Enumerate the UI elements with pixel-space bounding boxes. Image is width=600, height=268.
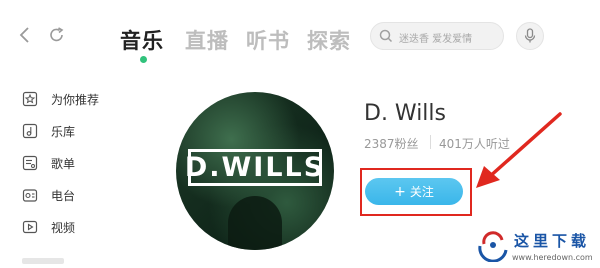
watermark-title: 这里下载 [514, 232, 591, 250]
sidebar-item-label: 视频 [51, 220, 76, 235]
tab-audiobook[interactable]: 听书 [246, 25, 290, 55]
sidebar-item-label: 电台 [51, 188, 76, 203]
radio-icon [22, 187, 38, 203]
sidebar-item-label: 乐库 [51, 124, 76, 139]
artist-logo: D.WILLS [185, 149, 323, 186]
search-placeholder: 迷迭香 爱发爱情 [399, 34, 473, 45]
tab-live[interactable]: 直播 [185, 25, 229, 55]
sidebar-item-label: 歌单 [51, 156, 76, 171]
playlist-icon [22, 155, 38, 171]
video-icon [22, 219, 38, 235]
sidebar-item-playlist[interactable]: 歌单 [22, 153, 75, 173]
annotation-arrow-icon [476, 112, 562, 188]
music-note-icon [22, 123, 38, 139]
avatar-figure [228, 196, 282, 250]
sidebar-next-item-cut [22, 258, 64, 264]
follow-label: 关注 [409, 185, 434, 199]
sidebar-item-recommend[interactable]: 为你推荐 [22, 89, 99, 109]
sidebar-item-label: 为你推荐 [51, 92, 100, 107]
back-button[interactable] [18, 26, 32, 47]
artist-name: D. Wills [364, 101, 446, 126]
plus-icon: + [394, 183, 406, 200]
watermark-logo-icon [478, 231, 508, 262]
refresh-button[interactable] [48, 26, 66, 47]
active-tab-indicator [140, 56, 147, 63]
star-icon [22, 91, 38, 107]
tab-explore[interactable]: 探索 [307, 25, 351, 55]
artist-avatar[interactable]: D.WILLS [176, 92, 334, 250]
microphone-icon [524, 28, 536, 43]
tab-music[interactable]: 音乐 [120, 25, 164, 55]
fans-count: 2387粉丝 [364, 137, 419, 151]
sidebar-item-video[interactable]: 视频 [22, 217, 75, 237]
follow-button[interactable]: + 关注 [365, 178, 463, 205]
chevron-left-icon [19, 27, 29, 43]
stats-divider [430, 135, 431, 149]
search-icon [379, 29, 393, 43]
voice-search-button[interactable] [516, 22, 544, 50]
search-input[interactable]: 迷迭香 爱发爱情 [370, 22, 504, 50]
refresh-icon [50, 27, 64, 42]
sidebar-item-radio[interactable]: 电台 [22, 185, 75, 205]
watermark-url: www.heredown.com [512, 253, 593, 262]
sidebar-item-library[interactable]: 乐库 [22, 121, 75, 141]
